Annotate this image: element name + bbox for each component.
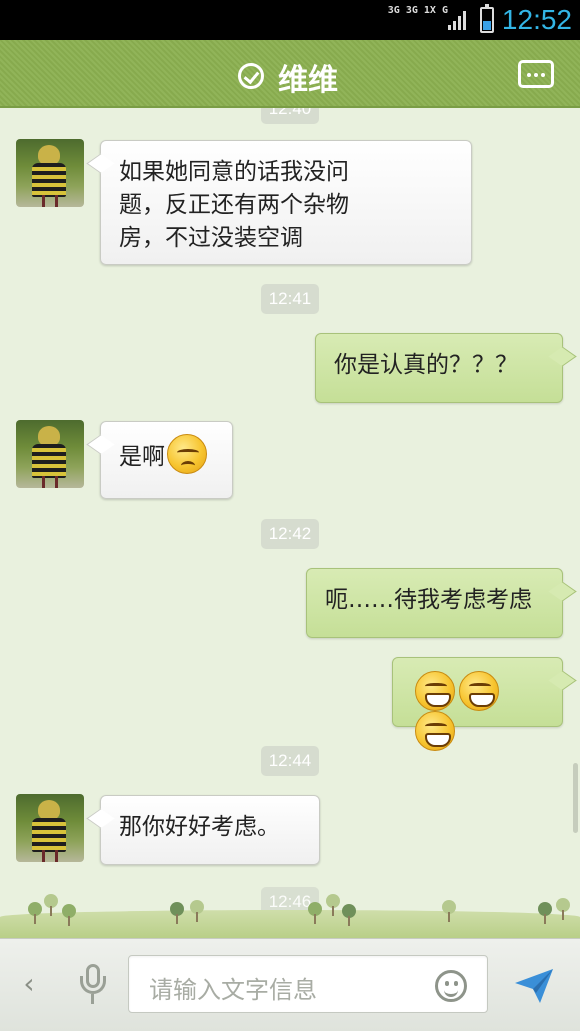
message-input[interactable]: 请输入文字信息 — [128, 955, 488, 1013]
grin-emoji — [415, 711, 455, 751]
decorative-landscape — [0, 880, 580, 938]
status-time: 12:52 — [501, 4, 572, 35]
grin-emoji — [415, 671, 455, 711]
sent-message[interactable]: 你是认真的？？？ — [315, 333, 563, 403]
sent-message[interactable] — [392, 657, 563, 751]
contact-avatar[interactable] — [16, 420, 84, 488]
network-type-indicator: 3G 3G 1X G — [387, 5, 448, 16]
contact-avatar[interactable] — [16, 139, 84, 207]
contact-avatar[interactable] — [16, 794, 84, 862]
send-icon[interactable] — [512, 963, 556, 1007]
timestamp-chip: 12:40 — [261, 108, 319, 124]
scrollbar[interactable] — [573, 763, 578, 833]
message-text: 如果她同意的话我没问 题，反正还有两个杂物 房，不过没装空调 — [119, 159, 349, 251]
message-list[interactable]: 12:40 如果她同意的话我没问 题，反正还有两个杂物 房，不过没装空调 12:… — [0, 108, 580, 938]
message-text: 那你好好考虑。 — [119, 814, 280, 840]
message-text: 是啊 — [119, 443, 165, 470]
input-placeholder: 请输入文字信息 — [149, 976, 317, 1004]
microphone-icon[interactable] — [78, 964, 108, 1006]
message-input-bar: ‹ 请输入文字信息 — [0, 938, 580, 1031]
message-text: 呃……待我考虑考虑 — [325, 587, 532, 613]
chevron-left-icon[interactable]: ‹ — [14, 967, 44, 1001]
received-message[interactable]: 是啊 — [100, 421, 233, 499]
timestamp-chip: 12:42 — [261, 519, 319, 549]
sad-face-emoji — [167, 434, 207, 474]
chat-header: 维维 — [0, 40, 580, 108]
received-message[interactable]: 那你好好考虑。 — [100, 795, 320, 865]
smiley-icon[interactable] — [435, 970, 467, 1002]
signal-strength-icon — [448, 10, 468, 30]
more-options-icon[interactable] — [518, 60, 554, 88]
chat-title: 维维 — [278, 63, 338, 98]
timestamp-chip: 12:41 — [261, 284, 319, 314]
verified-check-icon — [238, 63, 264, 89]
status-bar: 3G 3G 1X G 12:52 — [0, 0, 580, 40]
sent-message[interactable]: 呃……待我考虑考虑 — [306, 568, 563, 638]
received-message[interactable]: 如果她同意的话我没问 题，反正还有两个杂物 房，不过没装空调 — [100, 140, 472, 265]
message-text: 你是认真的？？？ — [334, 352, 518, 378]
timestamp-chip: 12:44 — [261, 746, 319, 776]
battery-icon — [480, 4, 494, 33]
grin-emoji — [459, 671, 499, 711]
